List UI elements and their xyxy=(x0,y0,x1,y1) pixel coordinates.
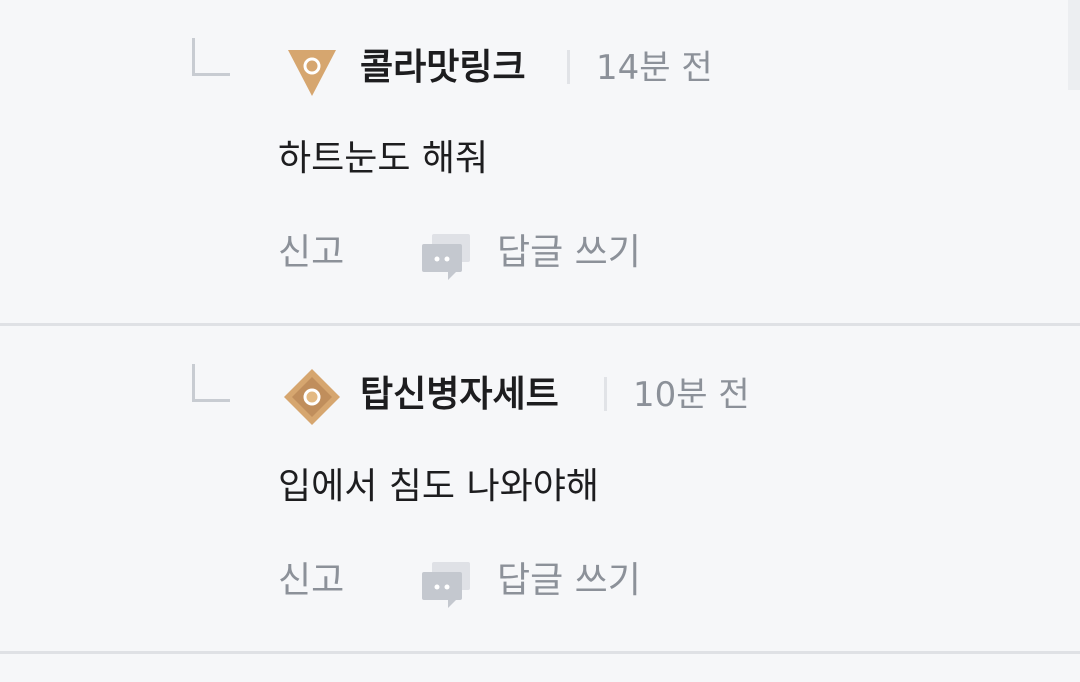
level-triangle-icon xyxy=(288,50,336,96)
reply-bubble-icon[interactable] xyxy=(420,560,472,610)
author-nickname[interactable]: 콜라맛링크 xyxy=(360,46,526,90)
reply-item: 탑신병자세트 10분 전 입에서 침도 나와야해 신고 답글 쓰기 xyxy=(0,326,1080,654)
author-nickname[interactable]: 탑신병자세트 xyxy=(360,373,559,417)
meta-divider xyxy=(567,50,570,84)
reply-item: 콜라맛링크 14분 전 하트눈도 해줘 신고 답글 쓰기 xyxy=(0,0,1080,326)
timestamp: 10분 전 xyxy=(633,375,750,415)
report-button[interactable]: 신고 xyxy=(278,558,344,604)
meta-divider xyxy=(604,377,607,411)
timestamp: 14분 전 xyxy=(596,48,713,88)
comment-text: 하트눈도 해줘 xyxy=(278,138,489,179)
write-reply-button[interactable]: 답글 쓰기 xyxy=(497,558,641,604)
reply-indent-arrow-icon xyxy=(192,364,230,402)
level-diamond-icon xyxy=(284,369,340,425)
reply-bubble-icon[interactable] xyxy=(420,232,472,282)
comment-text: 입에서 침도 나와야해 xyxy=(278,466,599,507)
report-button[interactable]: 신고 xyxy=(278,230,344,276)
reply-indent-arrow-icon xyxy=(192,38,230,76)
write-reply-button[interactable]: 답글 쓰기 xyxy=(497,230,641,276)
